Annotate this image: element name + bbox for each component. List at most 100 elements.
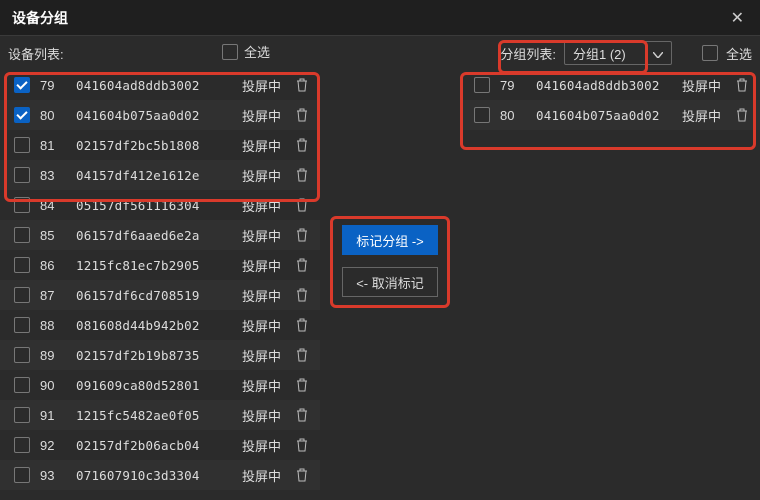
left-selectall-checkbox[interactable]	[222, 44, 238, 60]
group-member-list: 79 041604ad8ddb3002 投屏中 80041604b075aa0d02投…	[460, 70, 760, 500]
row-checkbox[interactable]	[14, 197, 30, 213]
row-number: 89	[40, 348, 66, 363]
table-row[interactable]: 79041604ad8ddb3002投屏中	[0, 70, 320, 100]
row-number: 81	[40, 138, 66, 153]
device-list: 79041604ad8ddb3002投屏中 80 041604b075aa0d02 投…	[0, 70, 320, 500]
table-row[interactable]: 93071607910c3d3304投屏中	[0, 460, 320, 490]
table-row[interactable]: 90 091609ca80d52801 投屏中	[0, 370, 320, 400]
row-device-id: 02157df2b19b8735	[76, 348, 232, 363]
row-checkbox[interactable]	[14, 317, 30, 333]
trash-icon[interactable]	[296, 408, 312, 422]
trash-icon[interactable]	[736, 108, 752, 122]
row-checkbox[interactable]	[14, 257, 30, 273]
toolbar: 设备列表: 全选 分组列表: 分组1 (2) 全选	[0, 36, 760, 70]
row-checkbox[interactable]	[14, 467, 30, 483]
row-number: 79	[500, 78, 526, 93]
row-checkbox[interactable]	[14, 437, 30, 453]
row-status: 投屏中	[242, 226, 286, 245]
table-row[interactable]: 89 02157df2b19b8735 投屏中	[0, 340, 320, 370]
right-selectall-checkbox[interactable]	[702, 45, 718, 61]
table-row[interactable]: 8304157df412e1612e投屏中	[0, 160, 320, 190]
table-row[interactable]: 911215fc5482ae0f05投屏中	[0, 400, 320, 430]
table-row[interactable]: 84 05157df561116304 投屏中	[0, 190, 320, 220]
mark-group-button[interactable]: 标记分组 ->	[342, 225, 438, 255]
trash-icon[interactable]	[296, 78, 312, 92]
trash-icon[interactable]	[296, 138, 312, 152]
table-row[interactable]: 80 041604b075aa0d02 投屏中	[0, 100, 320, 130]
row-status: 投屏中	[242, 166, 286, 185]
trash-icon[interactable]	[296, 258, 312, 272]
right-selectall-label: 全选	[726, 44, 752, 63]
trash-icon[interactable]	[736, 78, 752, 92]
row-status: 投屏中	[242, 196, 286, 215]
row-number: 86	[40, 258, 66, 273]
row-device-id: 05157df561116304	[76, 198, 232, 213]
row-status: 投屏中	[242, 346, 286, 365]
table-row[interactable]: 8102157df2bc5b1808投屏中	[0, 130, 320, 160]
row-device-id: 1215fc81ec7b2905	[76, 258, 232, 273]
close-icon[interactable]: ✕	[727, 4, 748, 32]
row-device-id: 02157df2bc5b1808	[76, 138, 232, 153]
row-checkbox[interactable]	[14, 377, 30, 393]
row-device-id: 02157df2b06acb04	[76, 438, 232, 453]
table-row[interactable]: 92 02157df2b06acb04 投屏中	[0, 430, 320, 460]
row-status: 投屏中	[242, 316, 286, 335]
trash-icon[interactable]	[296, 378, 312, 392]
table-row[interactable]: 861215fc81ec7b2905投屏中	[0, 250, 320, 280]
table-row[interactable]: 80041604b075aa0d02投屏中	[460, 100, 760, 130]
row-status: 投屏中	[242, 286, 286, 305]
trash-icon[interactable]	[296, 198, 312, 212]
trash-icon[interactable]	[296, 108, 312, 122]
trash-icon[interactable]	[296, 168, 312, 182]
trash-icon[interactable]	[296, 468, 312, 482]
group-select[interactable]: 分组1 (2)	[564, 41, 672, 65]
row-number: 88	[40, 318, 66, 333]
row-device-id: 041604b075aa0d02	[536, 108, 672, 123]
row-status: 投屏中	[682, 76, 726, 95]
row-status: 投屏中	[242, 76, 286, 95]
row-device-id: 06157df6aaed6e2a	[76, 228, 232, 243]
row-status: 投屏中	[242, 436, 286, 455]
row-status: 投屏中	[242, 376, 286, 395]
row-number: 92	[40, 438, 66, 453]
trash-icon[interactable]	[296, 228, 312, 242]
table-row[interactable]: 79 041604ad8ddb3002 投屏中	[460, 70, 760, 100]
device-list-label: 设备列表:	[8, 44, 64, 63]
row-checkbox[interactable]	[14, 287, 30, 303]
row-device-id: 091609ca80d52801	[76, 378, 232, 393]
row-number: 80	[40, 108, 66, 123]
trash-icon[interactable]	[296, 348, 312, 362]
row-device-id: 041604b075aa0d02	[76, 108, 232, 123]
row-checkbox[interactable]	[14, 167, 30, 183]
row-checkbox[interactable]	[14, 407, 30, 423]
left-selectall-label: 全选	[244, 42, 270, 61]
row-device-id: 041604ad8ddb3002	[536, 78, 672, 93]
table-row[interactable]: 85 06157df6aaed6e2a 投屏中	[0, 220, 320, 250]
trash-icon[interactable]	[296, 318, 312, 332]
row-number: 87	[40, 288, 66, 303]
row-checkbox[interactable]	[474, 107, 490, 123]
row-number: 90	[40, 378, 66, 393]
row-status: 投屏中	[242, 106, 286, 125]
row-checkbox[interactable]	[14, 227, 30, 243]
row-status: 投屏中	[242, 466, 286, 485]
group-select-value: 分组1 (2)	[573, 44, 626, 63]
table-row[interactable]: 88 081608d44b942b02 投屏中	[0, 310, 320, 340]
row-device-id: 04157df412e1612e	[76, 168, 232, 183]
row-checkbox[interactable]	[14, 347, 30, 363]
row-checkbox[interactable]	[474, 77, 490, 93]
row-checkbox[interactable]	[14, 107, 30, 123]
titlebar: 设备分组 ✕	[0, 0, 760, 36]
row-number: 91	[40, 408, 66, 423]
row-device-id: 06157df6cd708519	[76, 288, 232, 303]
table-row[interactable]: 87 06157df6cd708519 投屏中	[0, 280, 320, 310]
unmark-group-button[interactable]: <- 取消标记	[342, 267, 438, 297]
trash-icon[interactable]	[296, 288, 312, 302]
row-checkbox[interactable]	[14, 77, 30, 93]
row-number: 85	[40, 228, 66, 243]
row-device-id: 081608d44b942b02	[76, 318, 232, 333]
row-number: 79	[40, 78, 66, 93]
row-checkbox[interactable]	[14, 137, 30, 153]
row-number: 84	[40, 198, 66, 213]
trash-icon[interactable]	[296, 438, 312, 452]
